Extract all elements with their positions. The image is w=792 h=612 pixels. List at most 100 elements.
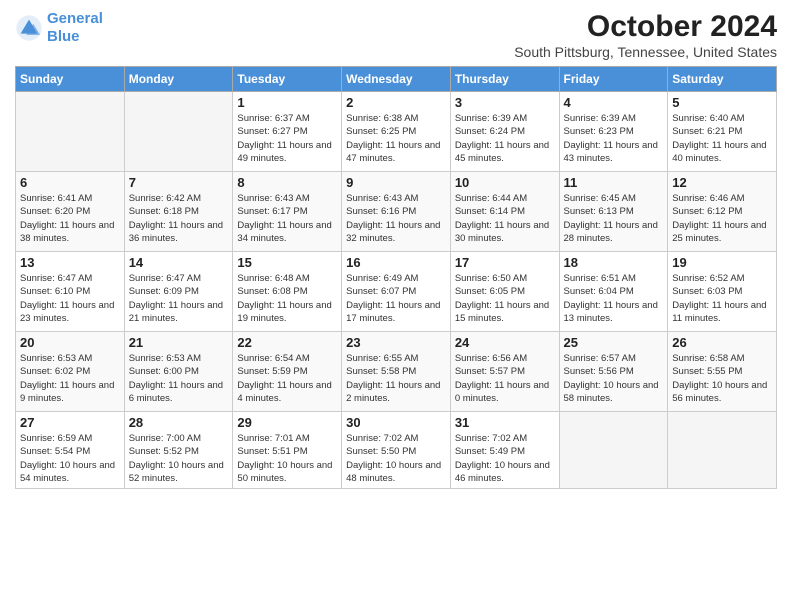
day-number: 25 bbox=[564, 335, 664, 350]
calendar-cell: 25Sunrise: 6:57 AM Sunset: 5:56 PM Dayli… bbox=[559, 332, 668, 412]
day-info: Sunrise: 6:39 AM Sunset: 6:23 PM Dayligh… bbox=[564, 112, 664, 165]
calendar-cell bbox=[559, 412, 668, 489]
calendar-cell: 27Sunrise: 6:59 AM Sunset: 5:54 PM Dayli… bbox=[16, 412, 125, 489]
header-row: Sunday Monday Tuesday Wednesday Thursday… bbox=[16, 67, 777, 92]
day-info: Sunrise: 6:53 AM Sunset: 6:00 PM Dayligh… bbox=[129, 352, 229, 405]
day-info: Sunrise: 7:01 AM Sunset: 5:51 PM Dayligh… bbox=[237, 432, 337, 485]
col-monday: Monday bbox=[124, 67, 233, 92]
calendar-cell: 10Sunrise: 6:44 AM Sunset: 6:14 PM Dayli… bbox=[450, 172, 559, 252]
calendar-cell: 30 Sunrise: 7:02 AM Sunset: 5:50 PM Dayli… bbox=[342, 412, 451, 489]
calendar-cell: 24 Sunrise: 6:56 AM Sunset: 5:57 PM Dayli… bbox=[450, 332, 559, 412]
calendar-cell: 14 Sunrise: 6:47 AM Sunset: 6:09 PM Dayli… bbox=[124, 252, 233, 332]
day-info: Sunrise: 6:40 AM Sunset: 6:21 PM Dayligh… bbox=[672, 112, 772, 165]
day-info: Sunrise: 6:52 AM Sunset: 6:03 PM Dayligh… bbox=[672, 272, 772, 325]
day-info: Sunrise: 6:41 AM Sunset: 6:20 PM Dayligh… bbox=[20, 192, 120, 245]
day-number: 21 bbox=[129, 335, 229, 350]
day-number: 12 bbox=[672, 175, 772, 190]
day-info: Sunrise: 6:45 AM Sunset: 6:13 PM Dayligh… bbox=[564, 192, 664, 245]
calendar-table: Sunday Monday Tuesday Wednesday Thursday… bbox=[15, 66, 777, 489]
day-number: 8 bbox=[237, 175, 337, 190]
calendar-cell: 31 Sunrise: 7:02 AM Sunset: 5:49 PM Dayli… bbox=[450, 412, 559, 489]
day-info: Sunrise: 6:39 AM Sunset: 6:24 PM Dayligh… bbox=[455, 112, 555, 165]
calendar-cell: 28 Sunrise: 7:00 AM Sunset: 5:52 PM Dayli… bbox=[124, 412, 233, 489]
calendar-cell: 9 Sunrise: 6:43 AM Sunset: 6:16 PM Daylig… bbox=[342, 172, 451, 252]
calendar-cell: 1 Sunrise: 6:37 AM Sunset: 6:27 PM Daylig… bbox=[233, 92, 342, 172]
calendar-week-3: 13 Sunrise: 6:47 AM Sunset: 6:10 PM Dayli… bbox=[16, 252, 777, 332]
col-friday: Friday bbox=[559, 67, 668, 92]
calendar-cell: 18 Sunrise: 6:51 AM Sunset: 6:04 PM Dayli… bbox=[559, 252, 668, 332]
page: General Blue October 2024 South Pittsbur… bbox=[0, 0, 792, 612]
calendar-cell: 20 Sunrise: 6:53 AM Sunset: 6:02 PM Dayli… bbox=[16, 332, 125, 412]
day-number: 18 bbox=[564, 255, 664, 270]
day-info: Sunrise: 7:00 AM Sunset: 5:52 PM Dayligh… bbox=[129, 432, 229, 485]
day-number: 5 bbox=[672, 95, 772, 110]
day-number: 6 bbox=[20, 175, 120, 190]
calendar-cell: 22Sunrise: 6:54 AM Sunset: 5:59 PM Dayli… bbox=[233, 332, 342, 412]
day-info: Sunrise: 6:38 AM Sunset: 6:25 PM Dayligh… bbox=[346, 112, 446, 165]
day-number: 27 bbox=[20, 415, 120, 430]
col-saturday: Saturday bbox=[668, 67, 777, 92]
day-number: 30 bbox=[346, 415, 446, 430]
logo-icon bbox=[15, 14, 43, 42]
day-info: Sunrise: 6:53 AM Sunset: 6:02 PM Dayligh… bbox=[20, 352, 120, 405]
day-info: Sunrise: 6:47 AM Sunset: 6:10 PM Dayligh… bbox=[20, 272, 120, 325]
calendar-cell: 4Sunrise: 6:39 AM Sunset: 6:23 PM Daylig… bbox=[559, 92, 668, 172]
main-title: October 2024 bbox=[514, 10, 777, 44]
day-number: 2 bbox=[346, 95, 446, 110]
day-info: Sunrise: 6:37 AM Sunset: 6:27 PM Dayligh… bbox=[237, 112, 337, 165]
calendar-week-1: 1 Sunrise: 6:37 AM Sunset: 6:27 PM Daylig… bbox=[16, 92, 777, 172]
day-number: 15 bbox=[237, 255, 337, 270]
day-number: 29 bbox=[237, 415, 337, 430]
calendar-cell: 13 Sunrise: 6:47 AM Sunset: 6:10 PM Dayli… bbox=[16, 252, 125, 332]
logo-text: General Blue bbox=[47, 10, 103, 46]
calendar-cell: 17 Sunrise: 6:50 AM Sunset: 6:05 PM Dayli… bbox=[450, 252, 559, 332]
header: General Blue October 2024 South Pittsbur… bbox=[15, 10, 777, 60]
day-number: 22 bbox=[237, 335, 337, 350]
day-info: Sunrise: 6:58 AM Sunset: 5:55 PM Dayligh… bbox=[672, 352, 772, 405]
calendar-cell: 5 Sunrise: 6:40 AM Sunset: 6:21 PM Daylig… bbox=[668, 92, 777, 172]
day-number: 10 bbox=[455, 175, 555, 190]
day-number: 23 bbox=[346, 335, 446, 350]
day-info: Sunrise: 6:43 AM Sunset: 6:17 PM Dayligh… bbox=[237, 192, 337, 245]
calendar-cell: 7 Sunrise: 6:42 AM Sunset: 6:18 PM Daylig… bbox=[124, 172, 233, 252]
calendar-cell bbox=[16, 92, 125, 172]
calendar-cell: 2 Sunrise: 6:38 AM Sunset: 6:25 PM Daylig… bbox=[342, 92, 451, 172]
day-number: 13 bbox=[20, 255, 120, 270]
col-thursday: Thursday bbox=[450, 67, 559, 92]
day-number: 1 bbox=[237, 95, 337, 110]
calendar-cell: 12 Sunrise: 6:46 AM Sunset: 6:12 PM Dayli… bbox=[668, 172, 777, 252]
calendar-week-5: 27Sunrise: 6:59 AM Sunset: 5:54 PM Dayli… bbox=[16, 412, 777, 489]
day-info: Sunrise: 6:56 AM Sunset: 5:57 PM Dayligh… bbox=[455, 352, 555, 405]
calendar-cell: 16 Sunrise: 6:49 AM Sunset: 6:07 PM Dayli… bbox=[342, 252, 451, 332]
day-info: Sunrise: 6:46 AM Sunset: 6:12 PM Dayligh… bbox=[672, 192, 772, 245]
day-info: Sunrise: 6:42 AM Sunset: 6:18 PM Dayligh… bbox=[129, 192, 229, 245]
day-info: Sunrise: 7:02 AM Sunset: 5:49 PM Dayligh… bbox=[455, 432, 555, 485]
day-info: Sunrise: 6:47 AM Sunset: 6:09 PM Dayligh… bbox=[129, 272, 229, 325]
day-number: 24 bbox=[455, 335, 555, 350]
day-info: Sunrise: 6:49 AM Sunset: 6:07 PM Dayligh… bbox=[346, 272, 446, 325]
day-number: 14 bbox=[129, 255, 229, 270]
calendar-cell: 15Sunrise: 6:48 AM Sunset: 6:08 PM Dayli… bbox=[233, 252, 342, 332]
day-number: 16 bbox=[346, 255, 446, 270]
day-info: Sunrise: 6:51 AM Sunset: 6:04 PM Dayligh… bbox=[564, 272, 664, 325]
day-number: 28 bbox=[129, 415, 229, 430]
title-block: October 2024 South Pittsburg, Tennessee,… bbox=[514, 10, 777, 60]
day-number: 3 bbox=[455, 95, 555, 110]
day-number: 7 bbox=[129, 175, 229, 190]
day-number: 11 bbox=[564, 175, 664, 190]
day-info: Sunrise: 6:55 AM Sunset: 5:58 PM Dayligh… bbox=[346, 352, 446, 405]
day-info: Sunrise: 7:02 AM Sunset: 5:50 PM Dayligh… bbox=[346, 432, 446, 485]
logo: General Blue bbox=[15, 10, 103, 46]
day-number: 20 bbox=[20, 335, 120, 350]
calendar-cell: 21 Sunrise: 6:53 AM Sunset: 6:00 PM Dayli… bbox=[124, 332, 233, 412]
logo-line1: General bbox=[47, 10, 103, 27]
day-number: 9 bbox=[346, 175, 446, 190]
day-number: 17 bbox=[455, 255, 555, 270]
day-info: Sunrise: 6:43 AM Sunset: 6:16 PM Dayligh… bbox=[346, 192, 446, 245]
day-info: Sunrise: 6:50 AM Sunset: 6:05 PM Dayligh… bbox=[455, 272, 555, 325]
calendar-cell: 23 Sunrise: 6:55 AM Sunset: 5:58 PM Dayli… bbox=[342, 332, 451, 412]
calendar-week-2: 6 Sunrise: 6:41 AM Sunset: 6:20 PM Daylig… bbox=[16, 172, 777, 252]
calendar-cell: 29 Sunrise: 7:01 AM Sunset: 5:51 PM Dayli… bbox=[233, 412, 342, 489]
calendar-week-4: 20 Sunrise: 6:53 AM Sunset: 6:02 PM Dayli… bbox=[16, 332, 777, 412]
day-number: 31 bbox=[455, 415, 555, 430]
